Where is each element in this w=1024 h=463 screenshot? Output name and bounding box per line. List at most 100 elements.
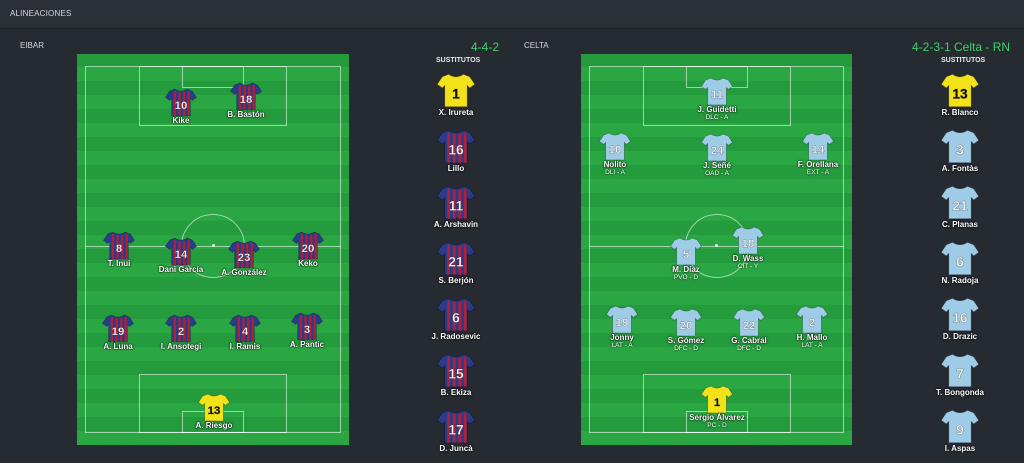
away-formation[interactable]: 4-2-3-1 Celta - RN bbox=[912, 40, 1010, 54]
away-subs-title: SUSTITUTOS bbox=[941, 57, 986, 64]
player-name: T. Bongonda bbox=[936, 388, 984, 397]
player-name: A. Riesgo bbox=[195, 421, 233, 430]
player-home[interactable]: 13 A. Riesgo bbox=[169, 393, 259, 430]
svg-text:11: 11 bbox=[711, 89, 724, 101]
player-name: Lillo bbox=[447, 164, 465, 173]
shirt-icon: 15 bbox=[437, 353, 475, 388]
sub-away[interactable]: 13 R. Blanco bbox=[920, 73, 1000, 117]
svg-text:5: 5 bbox=[683, 249, 690, 261]
player-name: S. Berjón bbox=[438, 276, 474, 285]
shirt-icon: 9 bbox=[941, 409, 979, 444]
player-home[interactable]: 20 Keko bbox=[263, 231, 353, 268]
player-name: H. Mallo bbox=[796, 333, 828, 342]
player-away[interactable]: 18 D. Wass CIT - Y bbox=[703, 226, 793, 270]
shirt-icon: 7 bbox=[941, 353, 979, 388]
svg-text:6: 6 bbox=[956, 255, 964, 270]
player-role: EXT - A bbox=[806, 169, 830, 176]
player-away[interactable]: 2 H. Mallo LAT - A bbox=[767, 305, 857, 349]
shirt-icon: 10 bbox=[165, 88, 197, 117]
shirt-icon: 14 bbox=[165, 237, 197, 266]
player-home[interactable]: 18 B. Bastón bbox=[201, 82, 291, 119]
player-role: DLI - A bbox=[605, 169, 625, 176]
sub-away[interactable]: 3 A. Fontàs bbox=[920, 129, 1000, 173]
player-role: LAT - A bbox=[801, 342, 823, 349]
svg-text:9: 9 bbox=[956, 423, 964, 438]
player-away[interactable]: 14 F. Orellana EXT - A bbox=[773, 132, 863, 176]
player-role: CIT - Y bbox=[737, 263, 759, 270]
shirt-icon: 19 bbox=[102, 314, 134, 343]
sub-away[interactable]: 9 I. Aspas bbox=[920, 409, 1000, 453]
title-bar: ALINEACIONES bbox=[0, 0, 1024, 29]
svg-text:21: 21 bbox=[448, 255, 464, 270]
sub-away[interactable]: 16 D. Drazic bbox=[920, 297, 1000, 341]
svg-text:1: 1 bbox=[714, 397, 721, 409]
shirt-icon: 13 bbox=[198, 393, 230, 422]
shirt-icon: 20 bbox=[670, 308, 702, 337]
svg-text:6: 6 bbox=[452, 311, 460, 326]
player-name: C. Planas bbox=[941, 220, 978, 229]
shirt-icon: 13 bbox=[941, 73, 979, 108]
player-name: I. Aspas bbox=[944, 444, 976, 453]
sub-home[interactable]: 6 J. Radosevic bbox=[416, 297, 496, 341]
svg-text:13: 13 bbox=[952, 87, 968, 102]
home-team-name: EIBAR bbox=[20, 41, 45, 50]
svg-text:22: 22 bbox=[743, 320, 756, 332]
player-role: PC - D bbox=[707, 422, 727, 429]
player-name: F. Orellana bbox=[797, 160, 839, 169]
player-home[interactable]: 3 A. Pantic bbox=[262, 312, 352, 349]
shirt-icon: 16 bbox=[437, 129, 475, 164]
svg-text:19: 19 bbox=[112, 326, 125, 338]
sub-home[interactable]: 1 X. Irureta bbox=[416, 73, 496, 117]
shirt-icon: 2 bbox=[796, 305, 828, 334]
player-name: B. Bastón bbox=[227, 110, 265, 119]
shirt-icon: 1 bbox=[437, 73, 475, 108]
shirt-icon: 18 bbox=[230, 82, 262, 111]
sub-home[interactable]: 16 Lillo bbox=[416, 129, 496, 173]
player-name: D. Drazic bbox=[942, 332, 978, 341]
player-away[interactable]: 1 Sergio Álvarez PC - D bbox=[672, 385, 762, 429]
player-role: PVO - D bbox=[673, 274, 699, 281]
shirt-icon: 14 bbox=[802, 132, 834, 161]
svg-text:8: 8 bbox=[116, 243, 122, 255]
svg-text:3: 3 bbox=[304, 324, 310, 336]
player-name: B. Ekiza bbox=[440, 388, 472, 397]
sub-home[interactable]: 15 B. Ekiza bbox=[416, 353, 496, 397]
svg-text:18: 18 bbox=[240, 94, 253, 106]
shirt-icon: 17 bbox=[437, 409, 475, 444]
shirt-icon: 8 bbox=[103, 231, 135, 260]
player-away[interactable]: 11 J. Guidetti DLC - A bbox=[672, 77, 762, 121]
sub-away[interactable]: 6 N. Radoja bbox=[920, 241, 1000, 285]
player-away[interactable]: 10 Nolito DLI - A bbox=[570, 132, 660, 176]
shirt-icon: 6 bbox=[941, 241, 979, 276]
sub-home[interactable]: 11 A. Arshavin bbox=[416, 185, 496, 229]
svg-text:11: 11 bbox=[449, 199, 464, 214]
svg-text:2: 2 bbox=[809, 317, 815, 329]
svg-text:23: 23 bbox=[238, 252, 251, 264]
svg-text:18: 18 bbox=[742, 238, 755, 250]
player-name: A. Fontàs bbox=[941, 164, 979, 173]
shirt-icon: 24 bbox=[701, 133, 733, 162]
player-name: Sergio Álvarez bbox=[689, 413, 745, 422]
sub-away[interactable]: 7 T. Bongonda bbox=[920, 353, 1000, 397]
sub-home[interactable]: 17 D. Juncà bbox=[416, 409, 496, 453]
shirt-icon: 23 bbox=[228, 240, 260, 269]
shirt-icon: 22 bbox=[733, 308, 765, 337]
shirt-icon: 2 bbox=[165, 314, 197, 343]
sub-home[interactable]: 21 S. Berjón bbox=[416, 241, 496, 285]
svg-text:10: 10 bbox=[175, 100, 188, 112]
svg-text:2: 2 bbox=[178, 326, 184, 338]
shirt-icon: 19 bbox=[606, 305, 638, 334]
shirt-icon: 3 bbox=[291, 312, 323, 341]
svg-text:13: 13 bbox=[208, 405, 221, 417]
sub-away[interactable]: 21 C. Planas bbox=[920, 185, 1000, 229]
shirt-icon: 1 bbox=[701, 385, 733, 414]
home-formation[interactable]: 4-4-2 bbox=[471, 40, 499, 54]
page-title: ALINEACIONES bbox=[10, 9, 72, 18]
home-subs-title: SUSTITUTOS bbox=[436, 57, 481, 64]
svg-text:16: 16 bbox=[952, 311, 968, 326]
svg-text:24: 24 bbox=[711, 145, 724, 157]
player-away[interactable]: 24 J. Señé OAD - A bbox=[672, 133, 762, 177]
shirt-icon: 11 bbox=[701, 77, 733, 106]
player-role: DLC - A bbox=[705, 114, 729, 121]
player-role: OAD - A bbox=[705, 170, 729, 177]
